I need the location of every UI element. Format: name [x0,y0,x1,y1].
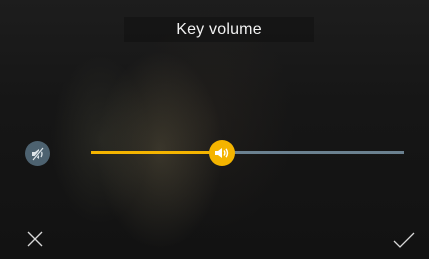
confirm-button[interactable] [392,231,416,249]
close-icon [27,231,43,247]
slider-track-fill [91,151,223,154]
speaker-icon [215,148,229,158]
speaker-muted-icon [31,146,44,161]
key-volume-screen: Key volume [0,0,429,259]
title-bar: Key volume [124,17,314,42]
slider-thumb[interactable] [209,140,236,166]
checkmark-icon [393,232,415,248]
cancel-button[interactable] [26,230,44,248]
volume-slider[interactable] [91,140,404,166]
mute-button[interactable] [25,141,50,166]
page-title: Key volume [176,20,262,38]
